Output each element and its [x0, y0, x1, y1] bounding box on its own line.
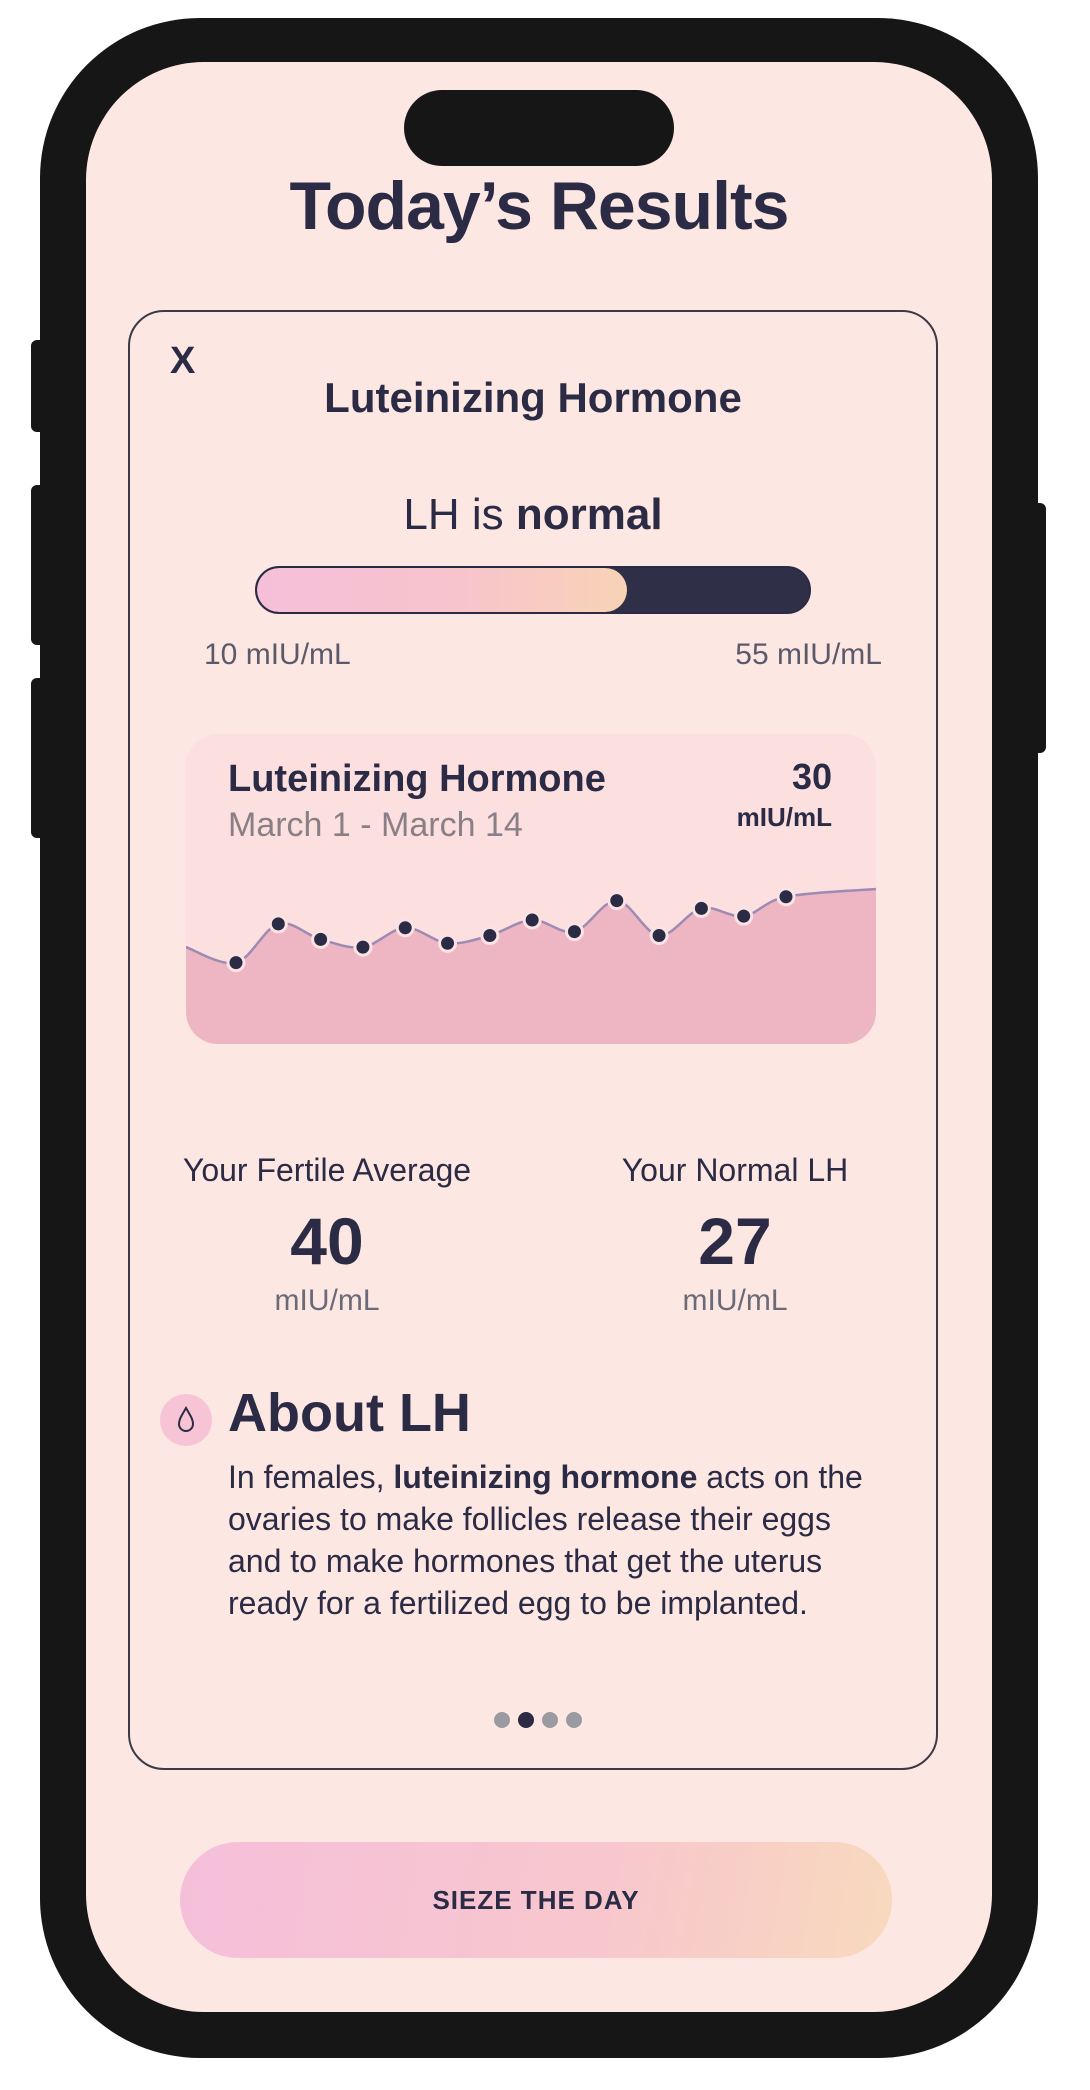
- stat-unit: mIU/mL: [682, 1283, 788, 1317]
- stat-value: 40: [290, 1204, 364, 1278]
- lh-status: LH is normal: [130, 490, 936, 540]
- normal-lh-stat: Your Normal LH 27 mIU/mL: [570, 1152, 900, 1318]
- chart-current-value: 30: [791, 756, 832, 797]
- drop-icon: [160, 1394, 212, 1446]
- fertile-average-stat: Your Fertile Average 40 mIU/mL: [162, 1152, 492, 1318]
- chart-point-4[interactable]: [353, 937, 373, 957]
- about-text-prefix: In females,: [228, 1459, 394, 1495]
- range-max-label: 55 mIU/mL: [735, 638, 882, 671]
- chart-point-1[interactable]: [226, 953, 246, 973]
- about-text-highlight: luteinizing hormone: [393, 1459, 698, 1495]
- range-min-label: 10 mIU/mL: [204, 638, 351, 671]
- chart-point-7[interactable]: [480, 926, 500, 945]
- lh-status-value: normal: [515, 490, 663, 539]
- chart-point-2[interactable]: [268, 914, 288, 934]
- stat-label: Your Normal LH: [621, 1152, 849, 1188]
- power-button: [1030, 503, 1046, 753]
- page-dot-active[interactable]: [518, 1712, 534, 1728]
- about-description: In females, luteinizing hormone acts on …: [228, 1456, 888, 1624]
- chart-title: Luteinizing Hormone: [228, 758, 606, 800]
- dynamic-island: [404, 90, 674, 166]
- chart-point-13[interactable]: [734, 906, 754, 926]
- chart-point-5[interactable]: [395, 918, 415, 938]
- chart-point-6[interactable]: [438, 933, 458, 953]
- phone-screen: Today’s Results X Luteinizing Hormone LH…: [86, 62, 992, 2012]
- chart-point-9[interactable]: [564, 922, 584, 942]
- card-title: Luteinizing Hormone: [324, 374, 742, 421]
- stat-label: Your Fertile Average: [182, 1152, 472, 1188]
- lh-range-bar: [255, 566, 811, 614]
- chart-point-3[interactable]: [311, 929, 331, 949]
- lh-status-prefix: LH is: [403, 490, 516, 539]
- chart-point-12[interactable]: [691, 898, 711, 918]
- stat-value: 27: [698, 1204, 772, 1278]
- stat-unit: mIU/mL: [274, 1283, 380, 1317]
- lh-chart-card[interactable]: Luteinizing Hormone March 1 - March 14 3…: [186, 734, 876, 1044]
- page-title: Today’s Results: [289, 168, 790, 244]
- chart-point-10[interactable]: [607, 891, 627, 911]
- chart-point-8[interactable]: [522, 910, 542, 930]
- sieze-the-day-button[interactable]: SIEZE THE DAY: [180, 1842, 892, 1958]
- page-indicator[interactable]: [494, 1712, 582, 1728]
- about-title: About LH: [228, 1383, 471, 1443]
- chart-current-unit: mIU/mL: [736, 802, 832, 832]
- chart-point-11[interactable]: [649, 926, 669, 945]
- chart-date-range: March 1 - March 14: [228, 806, 523, 844]
- lh-range-fill: [257, 568, 627, 612]
- page-dot[interactable]: [542, 1712, 558, 1728]
- chart-point-14[interactable]: [776, 887, 796, 907]
- page-dot[interactable]: [494, 1712, 510, 1728]
- results-card: X Luteinizing Hormone LH is normal 10 mI…: [128, 310, 938, 1770]
- page-dot[interactable]: [566, 1712, 582, 1728]
